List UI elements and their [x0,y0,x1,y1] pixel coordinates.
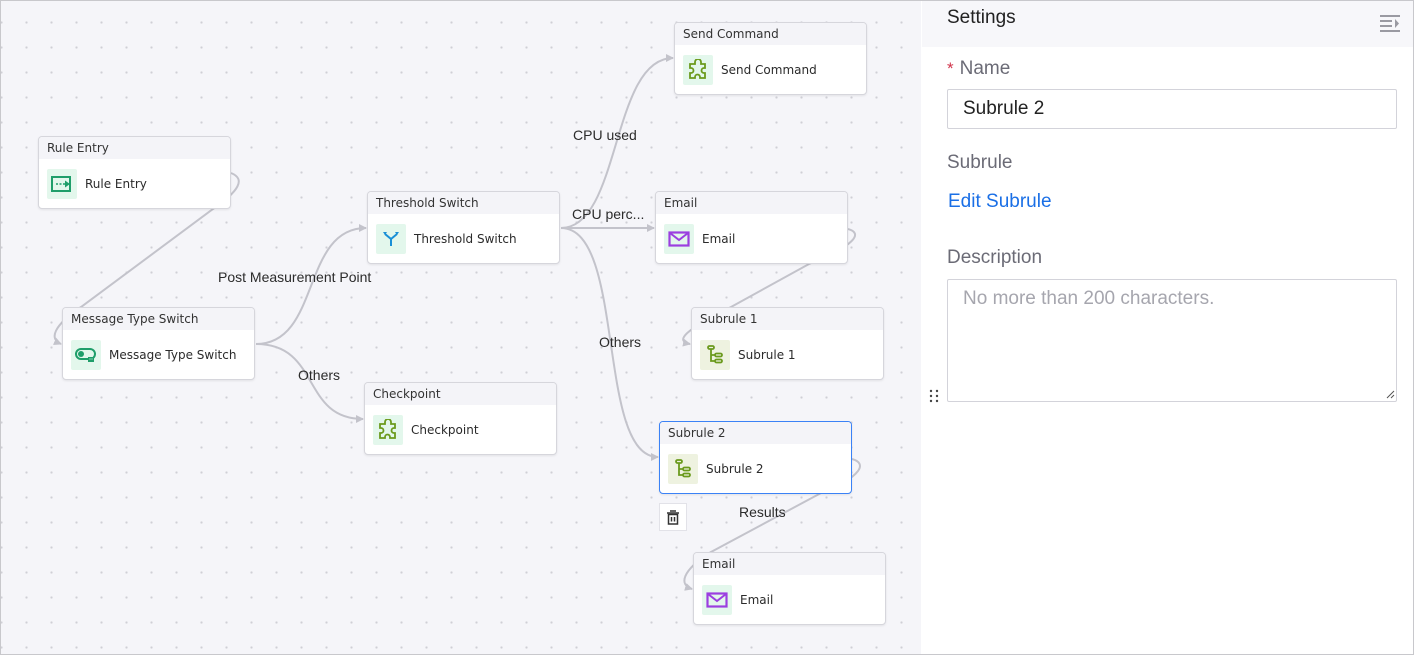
edge-mts-to-threshold-switch[interactable] [255,224,367,345]
node-title: Threshold Switch [414,232,517,246]
node-title: Email [740,593,774,607]
settings-header: Settings [922,1,1413,47]
delete-node-button[interactable] [659,503,687,531]
tree-icon [700,340,730,370]
node-header: Subrule 1 [692,308,883,330]
collapse-panel-button[interactable] [1379,13,1401,33]
node-title: Subrule 2 [706,462,764,476]
panel-title: Settings [947,7,1016,28]
name-label: * Name [947,58,1010,80]
description-label: Description [947,247,1043,268]
node-message-type-switch[interactable]: Message Type Switch Message Type Switch [62,307,255,380]
node-header: Send Command [675,23,866,45]
edge-label-post-measurement-point: Post Measurement Point [218,269,372,285]
node-threshold-switch[interactable]: Threshold Switch Threshold Switch [367,191,560,264]
node-header: Message Type Switch [63,308,254,330]
node-header: Email [656,192,847,214]
node-title: Rule Entry [85,177,147,191]
required-marker: * [947,59,954,78]
edge-label-results: Results [739,504,786,520]
edge-label-cpu-used: CPU used [573,127,637,143]
node-email[interactable]: Email Email [693,552,886,625]
envelope-icon [702,585,732,615]
edge-label-others: Others [599,334,642,350]
node-title: Subrule 1 [738,348,796,362]
node-header: Subrule 2 [660,422,851,444]
node-title: Send Command [721,63,817,77]
trash-icon [667,509,679,525]
node-title: Message Type Switch [109,348,237,362]
edit-subrule-link[interactable]: Edit Subrule [948,191,1052,213]
subrule-label: Subrule [947,152,1013,173]
puzzle-icon [373,415,403,445]
name-input[interactable] [947,89,1397,129]
node-header: Checkpoint [365,383,556,405]
node-email[interactable]: Email Email [655,191,848,264]
panel-drag-handle-icon[interactable] [929,389,939,403]
node-header: Rule Entry [39,137,230,159]
node-send-command[interactable]: Send Command Send Command [674,22,867,95]
node-rule-entry[interactable]: Rule Entry Rule Entry [38,136,231,209]
rule-entry-icon [47,169,77,199]
name-label-text: Name [959,58,1011,79]
node-subrule-2[interactable]: Subrule 2 Subrule 2 [659,421,852,494]
settings-panel: Settings * Name Subrule Edit Subrule Desc… [922,1,1413,654]
node-subrule-1[interactable]: Subrule 1 Subrule 1 [691,307,884,380]
edge-label-cpu-percent: CPU perc... [572,206,645,222]
node-title: Email [702,232,736,246]
rule-editor: Post Measurement Point Others CPU used C… [0,0,1414,655]
flow-canvas[interactable]: Post Measurement Point Others CPU used C… [1,1,921,654]
puzzle-icon [683,55,713,85]
toggle-switch-icon [71,340,101,370]
fork-icon [376,224,406,254]
node-header: Email [694,553,885,575]
tree-icon [668,454,698,484]
collapse-panel-icon [1380,15,1400,32]
description-textarea[interactable] [947,279,1397,402]
edge-label-others: Others [298,367,341,383]
resize-grip-icon[interactable] [1385,389,1395,399]
node-title: Checkpoint [411,423,479,437]
node-header: Threshold Switch [368,192,559,214]
envelope-icon [664,224,694,254]
node-checkpoint[interactable]: Checkpoint Checkpoint [364,382,557,455]
